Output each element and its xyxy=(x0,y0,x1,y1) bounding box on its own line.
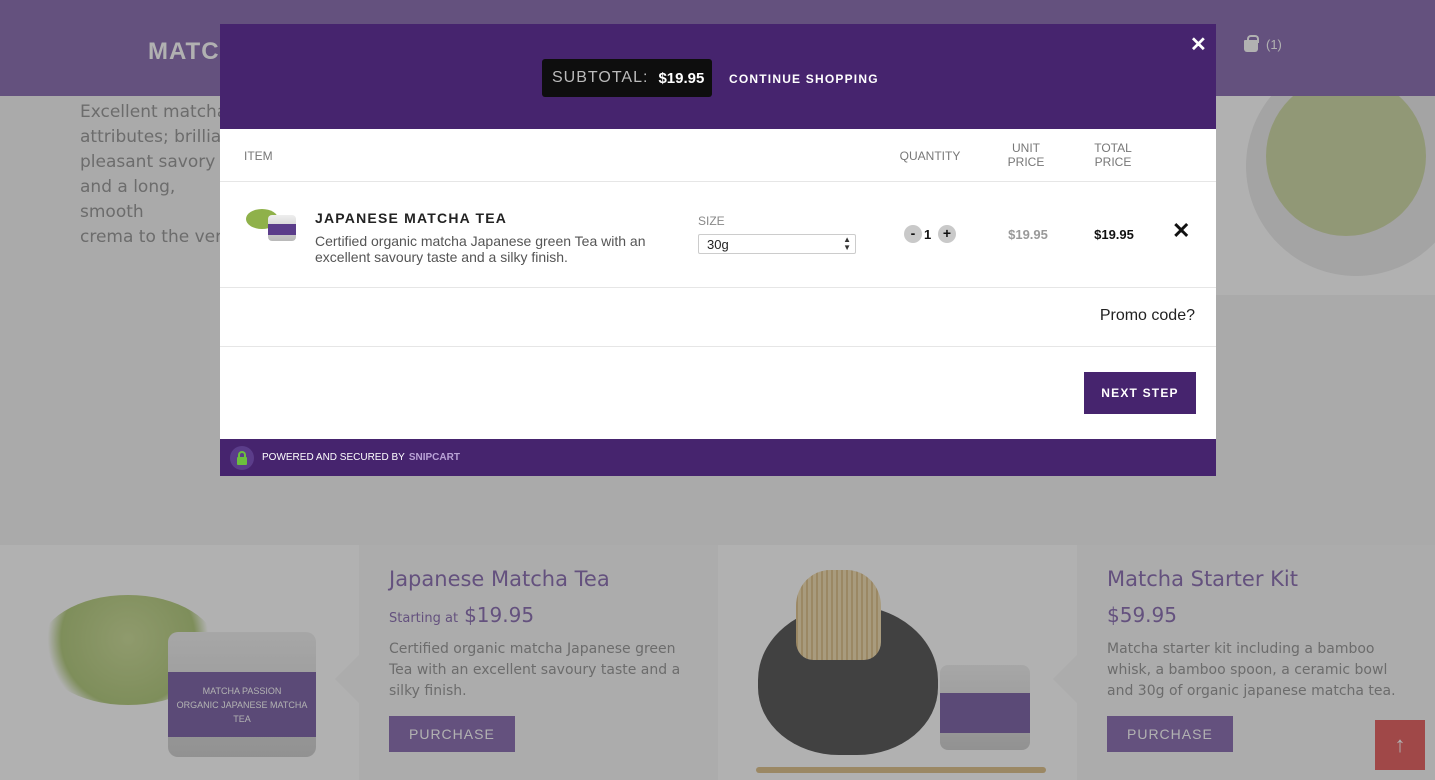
quantity-decrease-button[interactable]: - xyxy=(904,225,922,243)
cart-footer: POWERED AND SECURED BY SNIPCART xyxy=(220,439,1216,476)
lock-icon xyxy=(230,445,254,470)
quantity-value: 1 xyxy=(924,227,932,242)
product-thumbnail xyxy=(246,207,300,243)
cart-header: SUBTOTAL: $19.95 CONTINUE SHOPPING ✕ xyxy=(220,24,1216,129)
snipcart-link[interactable]: SNIPCART xyxy=(409,452,460,463)
next-step-button[interactable]: NEXT STEP xyxy=(1084,372,1196,414)
cart-table-header: ITEM QUANTITY UNIT PRICE TOTAL PRICE xyxy=(220,129,1216,182)
column-item: ITEM xyxy=(244,149,273,163)
promo-row: Promo code? xyxy=(220,288,1216,347)
footer-text: POWERED AND SECURED BY xyxy=(262,452,405,463)
continue-shopping-link[interactable]: CONTINUE SHOPPING xyxy=(729,72,879,86)
subtotal-value: $19.95 xyxy=(658,69,705,87)
subtotal-box: SUBTOTAL: $19.95 xyxy=(542,59,712,97)
quantity-increase-button[interactable]: + xyxy=(938,225,956,243)
close-icon[interactable]: ✕ xyxy=(1190,32,1207,57)
promo-code-link[interactable]: Promo code? xyxy=(1100,307,1195,325)
item-description: Certified organic matcha Japanese green … xyxy=(315,233,646,265)
size-value: 30g xyxy=(707,237,729,252)
select-arrows-icon: ▲ ▼ xyxy=(843,235,851,252)
item-name: JAPANESE MATCHA TEA xyxy=(315,210,508,226)
subtotal-label: SUBTOTAL: xyxy=(552,69,649,86)
size-select[interactable]: 30g ▲ ▼ xyxy=(698,234,856,254)
total-price: $19.95 xyxy=(1094,227,1134,242)
cart-item-row: JAPANESE MATCHA TEA Certified organic ma… xyxy=(220,182,1216,288)
remove-item-icon[interactable]: ✕ xyxy=(1172,218,1190,244)
column-total-price: TOTAL PRICE xyxy=(1094,141,1132,169)
column-quantity: QUANTITY xyxy=(899,149,961,163)
cart-modal: SUBTOTAL: $19.95 CONTINUE SHOPPING ✕ ITE… xyxy=(220,24,1216,476)
size-label: SIZE xyxy=(698,214,725,228)
column-unit-price: UNIT PRICE xyxy=(1007,141,1045,169)
unit-price: $19.95 xyxy=(1008,227,1048,242)
